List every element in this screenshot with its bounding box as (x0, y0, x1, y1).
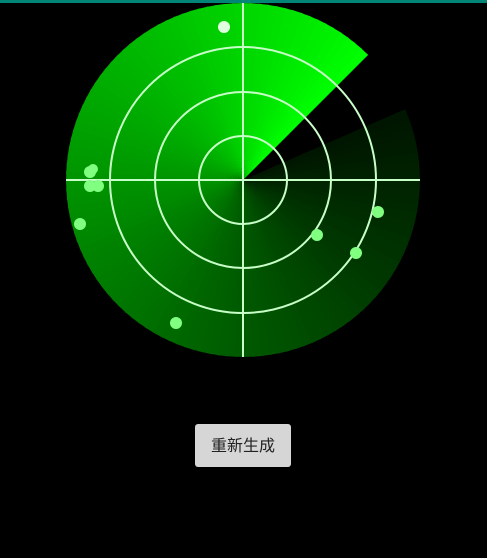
radar-target-blip (88, 164, 98, 174)
radar-target-blip (311, 229, 323, 241)
regenerate-button[interactable]: 重新生成 (195, 424, 291, 467)
radar-target-blip (372, 206, 384, 218)
radar-target-blip (218, 21, 230, 33)
radar-scope (66, 3, 420, 357)
radar-target-blip (350, 247, 362, 259)
radar-target-blip (74, 218, 86, 230)
radar-target-blip (170, 317, 182, 329)
app-screen: 重新生成 (0, 0, 487, 558)
radar-target-blip (92, 180, 104, 192)
